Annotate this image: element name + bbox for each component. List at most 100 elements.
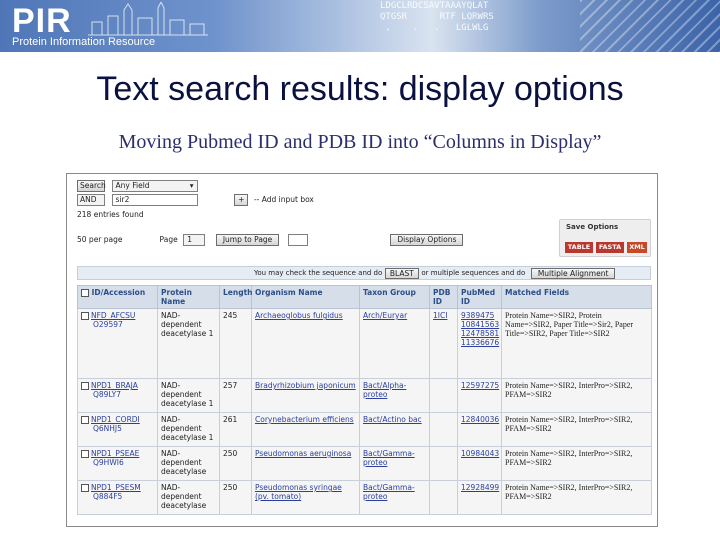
cell-matched-fields: Protein Name=>SIR2, Protein Name=>SIR2, … bbox=[501, 308, 652, 379]
accession-text: Q89LY7 bbox=[93, 390, 121, 399]
jump-to-page-button[interactable]: Jump to Page bbox=[215, 234, 280, 246]
cell-taxon[interactable]: Bact/Alpha-proteo bbox=[359, 378, 430, 413]
query-input[interactable]: sir2 bbox=[111, 194, 198, 206]
chevron-down-icon: ▾ bbox=[189, 181, 194, 190]
column-header-id[interactable]: ID/Accession bbox=[77, 285, 158, 309]
page-select[interactable]: 1 bbox=[183, 234, 206, 246]
column-header-taxon[interactable]: Taxon Group bbox=[359, 285, 430, 309]
cell-pubmed[interactable]: 10984043 bbox=[457, 446, 502, 481]
entry-id-link[interactable]: NFD_AFCSU bbox=[91, 311, 135, 320]
cell-length: 245 bbox=[219, 308, 252, 379]
cell-organism[interactable]: Bradyrhizobium japonicum bbox=[251, 378, 360, 413]
cell-pubmed[interactable]: 9389475 10841563 12478581 11336676 bbox=[457, 308, 502, 379]
cell-pdb[interactable] bbox=[429, 480, 458, 515]
cell-matched-fields: Protein Name=>SIR2, InterPro=>SIR2, PFAM… bbox=[501, 378, 652, 413]
entry-id-link[interactable]: NPD1_BRAJA bbox=[91, 381, 138, 390]
cell-organism[interactable]: Pseudomonas syringae (pv. tomato) bbox=[251, 480, 360, 515]
cell-taxon[interactable]: Bact/Gamma-proteo bbox=[359, 480, 430, 515]
cell-organism[interactable]: Corynebacterium efficiens bbox=[251, 412, 360, 447]
row-checkbox[interactable] bbox=[81, 382, 89, 390]
cell-accession[interactable]: NPD1_PSEAE Q9HWI6 bbox=[77, 446, 158, 481]
row-checkbox[interactable] bbox=[81, 450, 89, 458]
field-select-value: Any Field bbox=[115, 181, 150, 190]
cell-matched-fields: Protein Name=>SIR2, InterPro=>SIR2, PFAM… bbox=[501, 412, 652, 447]
column-header-pdb[interactable]: PDB ID bbox=[429, 285, 458, 309]
cell-pubmed[interactable]: 12597275 bbox=[457, 378, 502, 413]
cell-organism[interactable]: Pseudomonas aeruginosa bbox=[251, 446, 360, 481]
page-select-value: 1 bbox=[187, 235, 193, 244]
column-header-length[interactable]: Length bbox=[219, 285, 253, 309]
entry-id-link[interactable]: NPD1_PSESM bbox=[91, 483, 141, 492]
cell-taxon[interactable]: Arch/Euryar bbox=[359, 308, 430, 379]
page-number-input[interactable] bbox=[287, 234, 308, 246]
table-row: NPD1_PSEAE Q9HWI6 NAD-dependent deacetylas… bbox=[77, 446, 652, 481]
cell-accession[interactable]: NPD1_PSESM Q884F5 bbox=[77, 480, 158, 515]
cell-length: 257 bbox=[219, 378, 252, 413]
field-select[interactable]: Any Field ▾ bbox=[111, 180, 198, 192]
results-table: ID/Accession Protein Name Length Organis… bbox=[77, 285, 652, 515]
format-fasta-button[interactable]: FASTA bbox=[596, 242, 624, 253]
select-all-checkbox[interactable] bbox=[81, 289, 89, 297]
cell-pdb[interactable] bbox=[429, 446, 458, 481]
cell-pdb[interactable]: 1ICI bbox=[429, 308, 458, 379]
pir-logo: PIR bbox=[12, 2, 72, 40]
column-header-protein[interactable]: Protein Name bbox=[157, 285, 220, 309]
action-bar: You may check the sequence and do BLAST … bbox=[77, 266, 651, 280]
action-text-1: You may check the sequence and do bbox=[254, 269, 383, 277]
entry-id-link[interactable]: NPD1_PSEAE bbox=[91, 449, 139, 458]
cell-taxon[interactable]: Bact/Gamma-proteo bbox=[359, 446, 430, 481]
table-row: NPD1_BRAJA Q89LY7 NAD-dependent deacetylas… bbox=[77, 378, 652, 413]
cell-length: 261 bbox=[219, 412, 252, 447]
cell-pubmed[interactable]: 12928499 bbox=[457, 480, 502, 515]
cell-length: 250 bbox=[219, 446, 252, 481]
cell-length: 250 bbox=[219, 480, 252, 515]
slide-subtitle: Moving Pubmed ID and PDB ID into “Column… bbox=[118, 131, 602, 153]
cell-pubmed[interactable]: 12840036 bbox=[457, 412, 502, 447]
slide-title: Text search results: display options bbox=[96, 70, 624, 108]
cell-pdb[interactable] bbox=[429, 378, 458, 413]
cell-accession[interactable]: NPD1_BRAJA Q89LY7 bbox=[77, 378, 158, 413]
cell-accession[interactable]: NFD_AFCSU O29597 bbox=[77, 308, 158, 379]
accession-text: Q9HWI6 bbox=[93, 458, 124, 467]
multiple-alignment-button[interactable]: Multiple Alignment bbox=[530, 268, 616, 279]
cell-taxon[interactable]: Bact/Actino bac bbox=[359, 412, 430, 447]
column-header-fields[interactable]: Matched Fields bbox=[501, 285, 652, 309]
table-row: NPD1_CORDI Q6NHJ5 NAD-dependent deacetylas… bbox=[77, 412, 652, 447]
format-table-button[interactable]: TABLE bbox=[565, 242, 593, 253]
cell-protein: NAD-dependent deacetylase bbox=[157, 446, 220, 481]
page-label: Page bbox=[159, 235, 178, 244]
column-header-organism[interactable]: Organism Name bbox=[251, 285, 360, 309]
accession-text: Q6NHJ5 bbox=[93, 424, 122, 433]
blast-button[interactable]: BLAST bbox=[384, 268, 419, 279]
entry-id-link[interactable]: NPD1_CORDI bbox=[91, 415, 140, 424]
row-checkbox[interactable] bbox=[81, 416, 89, 424]
format-xml-button[interactable]: XML bbox=[627, 242, 647, 253]
pagination-row: 50 per page Page 1 Jump to Page Display … bbox=[77, 234, 547, 246]
accession-text: Q884F5 bbox=[93, 492, 123, 501]
table-row: NPD1_PSESM Q884F5 NAD-dependent deacetylas… bbox=[77, 480, 652, 515]
cell-matched-fields: Protein Name=>SIR2, InterPro=>SIR2, PFAM… bbox=[501, 446, 652, 481]
row-checkbox[interactable] bbox=[81, 312, 89, 320]
pir-banner: PIR Protein Information Resource LDGCLRD… bbox=[0, 0, 720, 52]
add-input-label: -- Add input box bbox=[253, 195, 314, 204]
query-row: AND sir2 + -- Add input box bbox=[77, 194, 314, 206]
search-results-screenshot: Search Any Field ▾ AND sir2 + -- Add inp… bbox=[66, 173, 658, 527]
add-input-button[interactable]: + bbox=[234, 194, 249, 206]
cell-protein: NAD-dependent deacetylase 1 bbox=[157, 378, 220, 413]
action-text-2: or multiple sequences and do bbox=[421, 269, 526, 277]
cell-accession[interactable]: NPD1_CORDI Q6NHJ5 bbox=[77, 412, 158, 447]
save-options-panel: Save Options TABLE FASTA XML bbox=[559, 219, 651, 257]
row-checkbox[interactable] bbox=[81, 484, 89, 492]
cell-pdb[interactable] bbox=[429, 412, 458, 447]
cell-protein: NAD-dependent deacetylase 1 bbox=[157, 412, 220, 447]
search-button[interactable]: Search bbox=[77, 180, 106, 192]
table-header-row: ID/Accession Protein Name Length Organis… bbox=[77, 285, 652, 309]
search-row: Search Any Field ▾ bbox=[77, 180, 198, 192]
entries-found: 218 entries found bbox=[77, 210, 144, 219]
column-header-pubmed[interactable]: PubMed ID bbox=[457, 285, 502, 309]
sequence-decoration: LDGCLRDCSAVTAAAYQLAT QTGSR RTF LQRWRS , … bbox=[380, 1, 494, 33]
bool-select[interactable]: AND bbox=[77, 194, 105, 206]
display-options-button[interactable]: Display Options bbox=[390, 234, 464, 246]
cell-protein: NAD-dependent deacetylase bbox=[157, 480, 220, 515]
cell-organism[interactable]: Archaeoglobus fulgidus bbox=[251, 308, 360, 379]
